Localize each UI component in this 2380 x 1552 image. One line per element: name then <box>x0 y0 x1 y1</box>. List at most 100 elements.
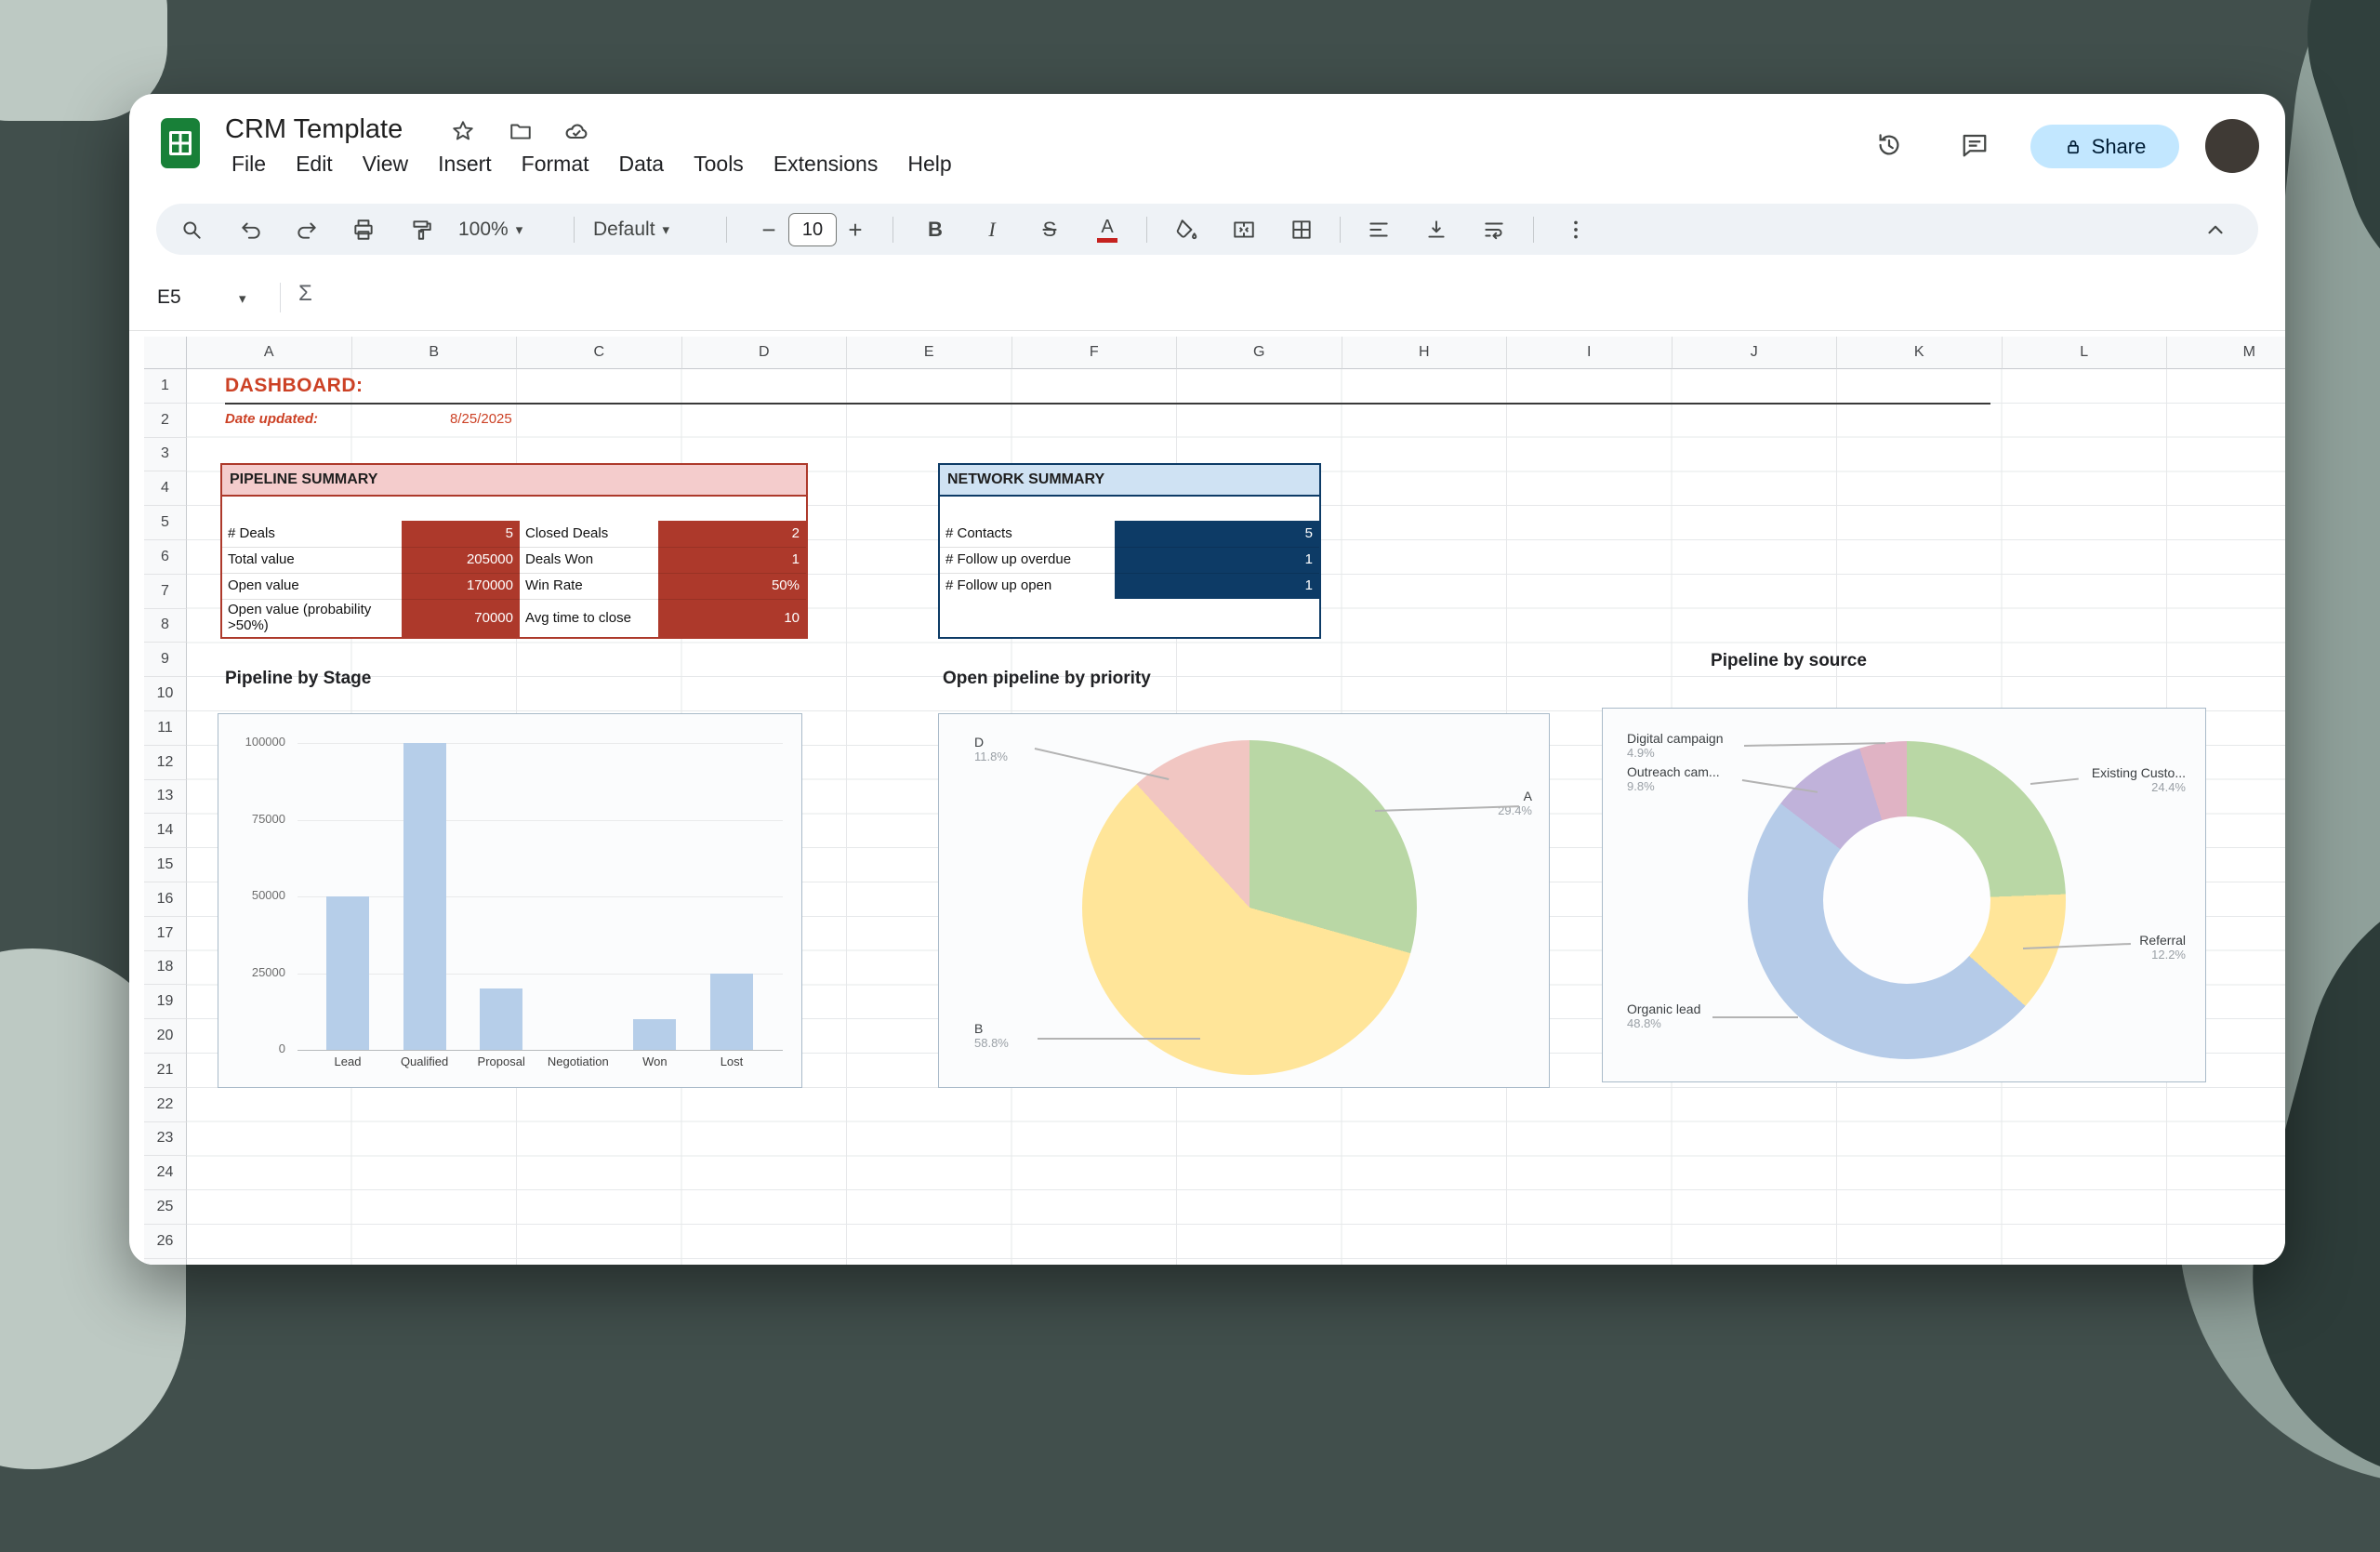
menu-help[interactable]: Help <box>907 152 951 177</box>
column-header-C[interactable]: C <box>517 337 682 369</box>
cell[interactable]: 1 <box>1115 573 1319 599</box>
column-header-I[interactable]: I <box>1507 337 1673 369</box>
row-header-10[interactable]: 10 <box>144 677 187 711</box>
row-header-11[interactable]: 11 <box>144 711 187 746</box>
cloud-saved-icon[interactable] <box>562 117 590 145</box>
row-header-26[interactable]: 26 <box>144 1225 187 1259</box>
cell[interactable]: # Deals <box>222 521 402 547</box>
document-title[interactable]: CRM Template <box>225 114 403 145</box>
menu-insert[interactable]: Insert <box>438 152 492 177</box>
chevron-down-icon[interactable]: ▾ <box>239 290 246 307</box>
bar-chart[interactable]: 0250005000075000100000 LeadQualifiedProp… <box>218 713 802 1088</box>
share-button[interactable]: Share <box>2030 125 2179 168</box>
cell[interactable]: 5 <box>402 521 520 547</box>
sheets-logo-icon[interactable] <box>161 118 200 168</box>
column-header-G[interactable]: G <box>1177 337 1342 369</box>
print-icon[interactable] <box>347 213 380 246</box>
search-icon[interactable] <box>175 213 208 246</box>
hide-toolbar-icon[interactable] <box>2199 213 2232 246</box>
fill-color-icon[interactable] <box>1170 213 1203 246</box>
row-header-5[interactable]: 5 <box>144 506 187 540</box>
cell[interactable]: 5 <box>1115 521 1319 547</box>
menu-format[interactable]: Format <box>522 152 589 177</box>
select-all-corner[interactable] <box>144 337 187 369</box>
account-avatar[interactable] <box>2205 119 2259 173</box>
row-header-21[interactable]: 21 <box>144 1054 187 1088</box>
row-header-6[interactable]: 6 <box>144 540 187 575</box>
cell[interactable]: Closed Deals <box>520 521 658 547</box>
date-updated-value[interactable]: 8/25/2025 <box>450 411 512 427</box>
row-header-27[interactable]: 27 <box>144 1259 187 1265</box>
row-header-4[interactable]: 4 <box>144 471 187 506</box>
column-header-D[interactable]: D <box>682 337 848 369</box>
cell[interactable]: 10 <box>658 599 806 637</box>
row-header-2[interactable]: 2 <box>144 404 187 438</box>
column-header-L[interactable]: L <box>2003 337 2168 369</box>
column-header-H[interactable]: H <box>1342 337 1508 369</box>
undo-icon[interactable] <box>234 213 268 246</box>
italic-icon[interactable]: I <box>975 213 1009 246</box>
paint-format-icon[interactable] <box>404 213 438 246</box>
row-header-16[interactable]: 16 <box>144 882 187 917</box>
cell[interactable]: Open value (probability >50%) <box>222 599 402 637</box>
version-history-icon[interactable] <box>1875 131 1903 159</box>
dashboard-heading[interactable]: DASHBOARD: <box>225 375 364 397</box>
menu-tools[interactable]: Tools <box>694 152 744 177</box>
row-header-23[interactable]: 23 <box>144 1122 187 1157</box>
source-donut-chart[interactable]: Digital campaign 4.9% Outreach cam... 9.… <box>1602 708 2206 1082</box>
blank-row[interactable] <box>940 497 1319 521</box>
functions-icon[interactable]: Σ <box>298 281 312 307</box>
column-header-A[interactable]: A <box>187 337 352 369</box>
network-summary-header[interactable]: NETWORK SUMMARY <box>940 465 1319 497</box>
column-header-B[interactable]: B <box>352 337 518 369</box>
name-box[interactable]: E5 <box>157 264 181 331</box>
text-wrap-icon[interactable] <box>1477 213 1511 246</box>
blank-row[interactable] <box>222 497 806 521</box>
redo-icon[interactable] <box>290 213 324 246</box>
bold-icon[interactable]: B <box>919 213 952 246</box>
merge-cells-icon[interactable] <box>1227 213 1261 246</box>
menu-view[interactable]: View <box>363 152 408 177</box>
cell[interactable]: Avg time to close <box>520 599 658 637</box>
cell[interactable]: 50% <box>658 573 806 599</box>
vertical-align-icon[interactable] <box>1420 213 1453 246</box>
cell[interactable]: 1 <box>1115 547 1319 573</box>
menu-file[interactable]: File <box>231 152 266 177</box>
cell[interactable]: Deals Won <box>520 547 658 573</box>
cell[interactable]: 205000 <box>402 547 520 573</box>
column-header-M[interactable]: M <box>2167 337 2285 369</box>
decrease-font-size-icon[interactable]: − <box>752 213 786 246</box>
zoom-select[interactable]: 100%▾ <box>458 204 522 255</box>
row-header-1[interactable]: 1 <box>144 369 187 404</box>
row-header-7[interactable]: 7 <box>144 575 187 609</box>
increase-font-size-icon[interactable]: + <box>839 213 872 246</box>
cell[interactable]: 2 <box>658 521 806 547</box>
menu-extensions[interactable]: Extensions <box>774 152 879 177</box>
column-header-K[interactable]: K <box>1837 337 2003 369</box>
cell[interactable]: # Contacts <box>940 521 1115 547</box>
row-header-8[interactable]: 8 <box>144 609 187 643</box>
menu-data[interactable]: Data <box>619 152 665 177</box>
row-header-15[interactable]: 15 <box>144 848 187 882</box>
comment-icon[interactable] <box>1961 131 1989 159</box>
menu-edit[interactable]: Edit <box>296 152 333 177</box>
cell[interactable]: 170000 <box>402 573 520 599</box>
row-header-20[interactable]: 20 <box>144 1019 187 1054</box>
row-header-14[interactable]: 14 <box>144 814 187 848</box>
column-header-F[interactable]: F <box>1012 337 1178 369</box>
folder-icon[interactable] <box>507 117 535 145</box>
cell[interactable]: 1 <box>658 547 806 573</box>
pipeline-summary-header[interactable]: PIPELINE SUMMARY <box>222 465 806 497</box>
strikethrough-icon[interactable]: S <box>1033 213 1066 246</box>
style-select[interactable]: Default▾ <box>593 204 669 255</box>
row-header-25[interactable]: 25 <box>144 1190 187 1225</box>
priority-pie-chart[interactable]: D 11.8% A 29.4% B 58.8% <box>938 713 1550 1088</box>
more-options-icon[interactable] <box>1559 213 1593 246</box>
column-header-E[interactable]: E <box>847 337 1012 369</box>
font-size-input[interactable]: 10 <box>788 213 837 246</box>
row-header-13[interactable]: 13 <box>144 780 187 815</box>
row-header-9[interactable]: 9 <box>144 643 187 677</box>
row-header-17[interactable]: 17 <box>144 917 187 951</box>
row-header-3[interactable]: 3 <box>144 438 187 472</box>
cell[interactable]: 70000 <box>402 599 520 637</box>
